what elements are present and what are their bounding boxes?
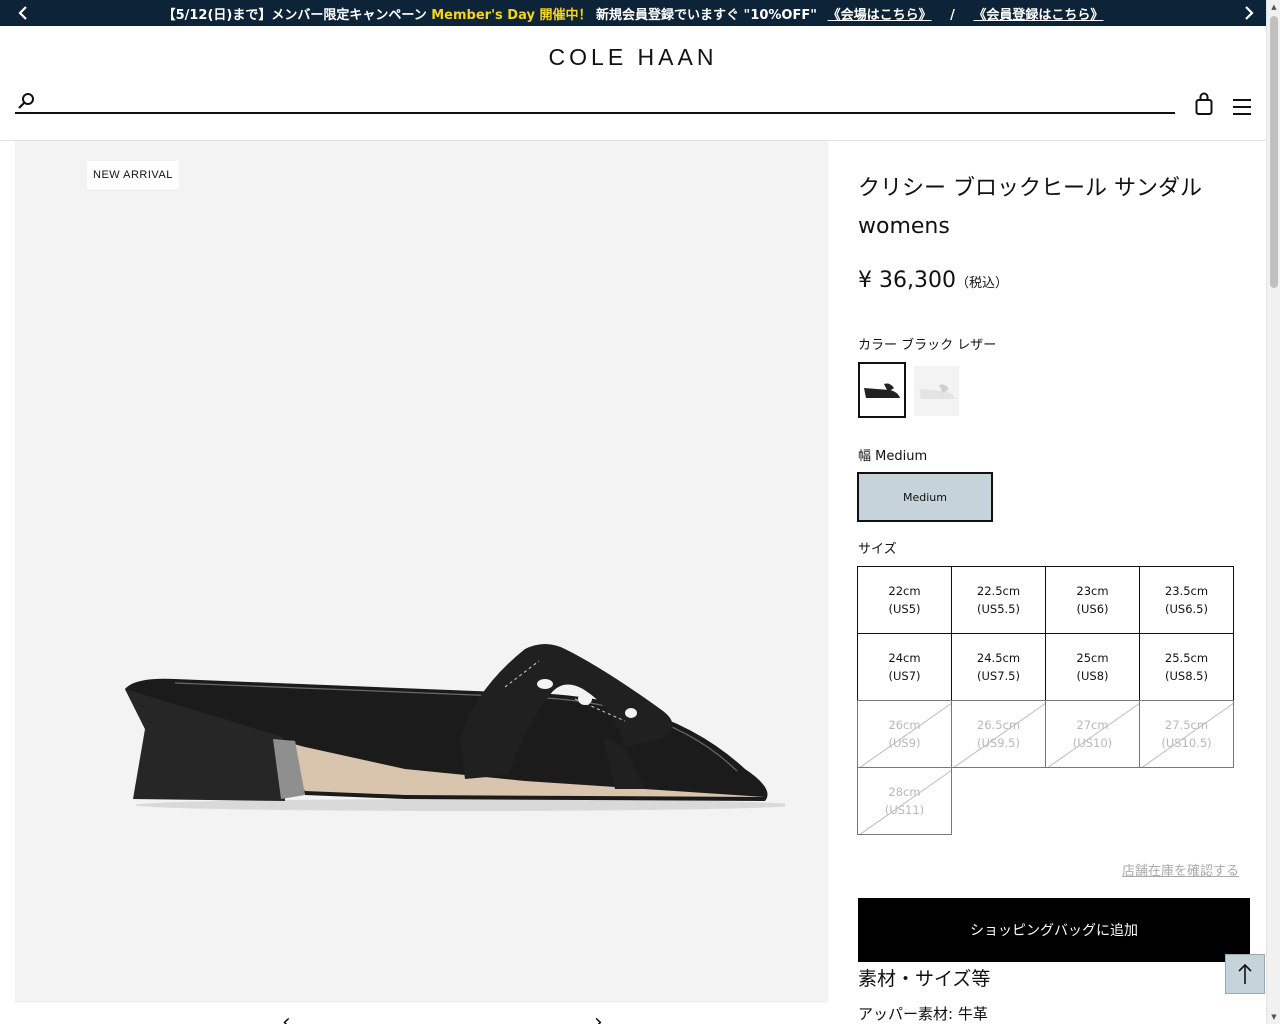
- promo-register-link[interactable]: 《会員登録はこちら》: [973, 8, 1103, 23]
- size-cm: 22.5cm: [976, 584, 1021, 598]
- scroll-down-icon[interactable]: ▼: [1267, 1010, 1280, 1024]
- size-cm: 24.5cm: [976, 651, 1021, 665]
- size-us: (US6): [1076, 602, 1109, 616]
- size-cm: 24cm: [888, 651, 921, 665]
- swatch-thumbnail-black: [864, 383, 900, 398]
- size-us: (US10): [1072, 736, 1113, 750]
- promo-prev-button[interactable]: [10, 0, 36, 26]
- promo-highlight-text: Member's Day 開催中！: [431, 7, 592, 23]
- promo-separator: /: [950, 7, 955, 23]
- arrow-up-icon: [1238, 963, 1252, 984]
- product-gender: womens: [858, 214, 950, 239]
- size-us: (US8.5): [1165, 669, 1208, 683]
- size-option[interactable]: 26cm (US9): [857, 700, 952, 768]
- add-to-bag-button[interactable]: ショッピングバッグに追加: [858, 898, 1250, 962]
- product-title-block: クリシー ブロックヒール サンダル womens: [858, 170, 1250, 246]
- size-option[interactable]: 24cm (US7): [857, 633, 952, 701]
- promo-next-button[interactable]: [1236, 0, 1262, 26]
- size-option[interactable]: 23cm (US6): [1045, 566, 1140, 634]
- size-cm: 27cm: [1076, 718, 1109, 732]
- product-image-gallery[interactable]: NEW ARRIVAL: [15, 141, 828, 1003]
- upper-material: アッパー素材: 牛革: [858, 1005, 988, 1023]
- size-us: (US5.5): [977, 602, 1020, 616]
- hamburger-menu-icon[interactable]: [1232, 98, 1252, 116]
- scroll-up-icon[interactable]: ▲: [1267, 0, 1280, 14]
- scrollbar-thumb[interactable]: [1270, 16, 1278, 288]
- size-us: (US6.5): [1165, 602, 1208, 616]
- search-icon[interactable]: [17, 92, 35, 110]
- product-title: クリシー ブロックヒール サンダル: [858, 176, 1202, 201]
- size-cm: 26cm: [888, 718, 921, 732]
- size-us: (US11): [884, 803, 925, 817]
- color-label: カラー ブラック レザー: [858, 338, 997, 353]
- size-cm: 27.5cm: [1164, 718, 1209, 732]
- back-to-top-button[interactable]: [1225, 954, 1265, 994]
- size-us: (US7.5): [977, 669, 1020, 683]
- product-price: ¥ 36,300: [858, 268, 956, 293]
- size-option[interactable]: 27.5cm (US10.5): [1139, 700, 1234, 768]
- swatch-thumbnail-white: [918, 384, 955, 399]
- size-option[interactable]: 22.5cm (US5.5): [951, 566, 1046, 634]
- promo-text: 【5/12(日)まで】メンバー限定キャンペーン Member's Day 開催中…: [163, 4, 1104, 23]
- search-input[interactable]: [45, 90, 1165, 112]
- size-cm: 23.5cm: [1164, 584, 1209, 598]
- promo-offer-text: 新規会員登録でいますぐ "10%OFF": [596, 7, 818, 23]
- size-us: (US9): [888, 736, 921, 750]
- size-us: (US8): [1076, 669, 1109, 683]
- size-option[interactable]: 25.5cm (US8.5): [1139, 633, 1234, 701]
- product-image[interactable]: [105, 629, 785, 819]
- check-store-stock-link[interactable]: 店舗在庫を確認する: [1122, 860, 1239, 879]
- new-arrival-badge: NEW ARRIVAL: [87, 161, 179, 189]
- gallery-next-icon[interactable]: ›: [594, 1010, 603, 1024]
- gallery-prev-icon[interactable]: ‹: [282, 1010, 291, 1024]
- brand-logo[interactable]: COLE HAAN: [0, 44, 1266, 71]
- size-cm: 25cm: [1076, 651, 1109, 665]
- size-option[interactable]: 22cm (US5): [857, 566, 952, 634]
- search-bar[interactable]: [15, 90, 1175, 114]
- size-cm: 23cm: [1076, 584, 1109, 598]
- color-swatch-white[interactable]: [914, 366, 959, 416]
- materials-section-title: 素材・サイズ等: [858, 968, 991, 990]
- size-cm: 25.5cm: [1164, 651, 1209, 665]
- size-option[interactable]: 23.5cm (US6.5): [1139, 566, 1234, 634]
- width-option-medium[interactable]: Medium: [857, 472, 993, 522]
- size-us: (US7): [888, 669, 921, 683]
- size-label: サイズ: [858, 542, 897, 557]
- page-scrollbar[interactable]: ▲ ▼: [1266, 0, 1280, 1024]
- shopping-bag-icon[interactable]: [1194, 92, 1214, 116]
- promo-main-text: 【5/12(日)まで】メンバー限定キャンペーン: [162, 7, 427, 23]
- size-option[interactable]: 28cm (US11): [857, 767, 952, 835]
- promo-venue-link[interactable]: 《会場はこちら》: [828, 8, 932, 23]
- size-us: (US9.5): [977, 736, 1020, 750]
- width-label: 幅 Medium: [858, 449, 928, 464]
- size-cm: 28cm: [888, 785, 921, 799]
- tax-note: （税込）: [955, 276, 1008, 291]
- size-option[interactable]: 25cm (US8): [1045, 633, 1140, 701]
- size-cm: 26.5cm: [976, 718, 1021, 732]
- size-option[interactable]: 27cm (US10): [1045, 700, 1140, 768]
- size-cm: 22cm: [888, 584, 921, 598]
- size-us: (US10.5): [1161, 736, 1212, 750]
- size-option[interactable]: 24.5cm (US7.5): [951, 633, 1046, 701]
- size-us: (US5): [888, 602, 921, 616]
- product-price-block: ¥ 36,300（税込）: [858, 268, 1008, 293]
- chevron-left-icon: [18, 6, 27, 20]
- size-option[interactable]: 26.5cm (US9.5): [951, 700, 1046, 768]
- color-swatch-black[interactable]: [858, 362, 906, 418]
- chevron-right-icon: [1245, 6, 1254, 20]
- promo-banner: 【5/12(日)まで】メンバー限定キャンペーン Member's Day 開催中…: [0, 0, 1266, 26]
